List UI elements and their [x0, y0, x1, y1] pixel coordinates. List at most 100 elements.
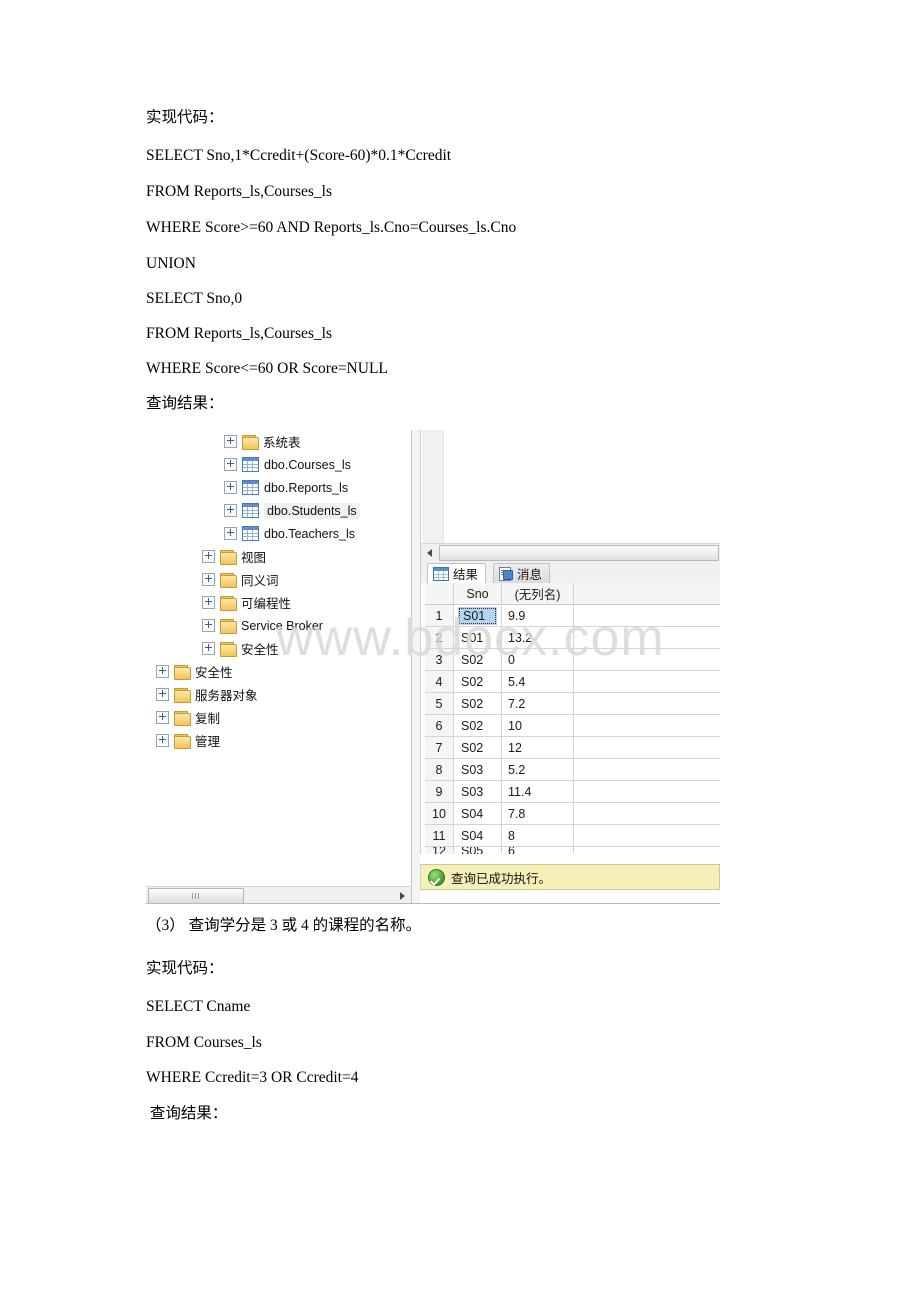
- cell-text: S05: [461, 847, 484, 854]
- tree-node[interactable]: dbo.Reports_ls: [146, 476, 411, 499]
- tab-messages[interactable]: 消息: [493, 563, 551, 583]
- grid-cell-value[interactable]: 5.4: [502, 671, 574, 693]
- tree-node[interactable]: dbo.Courses_ls: [146, 453, 411, 476]
- scroll-right-arrow-icon[interactable]: [400, 892, 405, 900]
- tree-node[interactable]: 服务器对象: [146, 683, 411, 706]
- grid-cell-sno[interactable]: S02: [454, 715, 502, 737]
- row-number-cell[interactable]: 10: [425, 803, 454, 825]
- cell-text: S01: [461, 630, 484, 645]
- tree-node[interactable]: 同义词: [146, 568, 411, 591]
- expand-plus-icon[interactable]: [156, 734, 169, 747]
- row-number-cell[interactable]: 4: [425, 671, 454, 693]
- object-explorer-pane: 系统表 dbo.Courses_ls dbo.Reports_ls dbo.Stude…: [146, 430, 411, 904]
- grid-row[interactable]: 12 S05 6: [425, 847, 720, 854]
- grid-cell-sno[interactable]: S02: [454, 671, 502, 693]
- row-number-cell[interactable]: 12: [425, 847, 454, 854]
- expand-plus-icon[interactable]: [224, 481, 237, 494]
- grid-cell-sno[interactable]: S04: [454, 825, 502, 847]
- grid-cell-sno[interactable]: S03: [454, 759, 502, 781]
- tree-node[interactable]: 可编程性: [146, 591, 411, 614]
- tree-node[interactable]: 安全性: [146, 660, 411, 683]
- grid-cell-sno[interactable]: S02: [454, 737, 502, 759]
- grid-row[interactable]: 5 S02 7.2: [425, 693, 720, 715]
- row-number-cell[interactable]: 1: [425, 605, 454, 627]
- expand-plus-icon[interactable]: [224, 435, 237, 448]
- grid-cell-value[interactable]: 11.4: [502, 781, 574, 803]
- query-editor-area[interactable]: [420, 430, 720, 543]
- grid-column-header[interactable]: (无列名): [502, 583, 574, 605]
- tree-node-label: 安全性: [241, 643, 279, 657]
- tree-node[interactable]: 管理: [146, 729, 411, 752]
- row-number-cell[interactable]: 7: [425, 737, 454, 759]
- tree-node[interactable]: 安全性: [146, 637, 411, 660]
- grid-cell-sno[interactable]: S03: [454, 781, 502, 803]
- row-number-cell[interactable]: 5: [425, 693, 454, 715]
- grid-cell-value[interactable]: 10: [502, 715, 574, 737]
- row-number-cell[interactable]: 2: [425, 627, 454, 649]
- grid-cell-value[interactable]: 6: [502, 847, 574, 854]
- grid-cell-value[interactable]: 7.2: [502, 693, 574, 715]
- grid-column-header[interactable]: Sno: [454, 583, 502, 605]
- tree-node-label: 视图: [241, 551, 267, 565]
- expand-plus-icon[interactable]: [202, 573, 215, 586]
- tree-node[interactable]: 视图: [146, 545, 411, 568]
- grid-cell-value[interactable]: 13.2: [502, 627, 574, 649]
- grid-row[interactable]: 11 S04 8: [425, 825, 720, 847]
- row-number-cell[interactable]: 3: [425, 649, 454, 671]
- grid-row[interactable]: 2 S01 13.2: [425, 627, 720, 649]
- expand-plus-icon[interactable]: [224, 458, 237, 471]
- row-number-cell[interactable]: 11: [425, 825, 454, 847]
- grid-cell-sno[interactable]: S02: [454, 649, 502, 671]
- object-explorer-horizontal-scrollbar[interactable]: [146, 886, 411, 904]
- grid-row[interactable]: 7 S02 12: [425, 737, 720, 759]
- tree-node[interactable]: 系统表: [146, 430, 411, 453]
- tree-node[interactable]: 复制: [146, 706, 411, 729]
- scrollbar-thumb[interactable]: [439, 545, 719, 561]
- expand-plus-icon[interactable]: [156, 688, 169, 701]
- editor-horizontal-scrollbar[interactable]: [420, 543, 720, 561]
- document-line: SELECT Cname: [146, 998, 251, 1015]
- row-number-cell[interactable]: 6: [425, 715, 454, 737]
- grid-cell-sno[interactable]: S05: [454, 847, 502, 854]
- expand-plus-icon[interactable]: [156, 665, 169, 678]
- tree-node[interactable]: Service Broker: [146, 614, 411, 637]
- grid-cell-value[interactable]: 5.2: [502, 759, 574, 781]
- expand-plus-icon[interactable]: [224, 504, 237, 517]
- grid-row[interactable]: 10 S04 7.8: [425, 803, 720, 825]
- expand-plus-icon[interactable]: [224, 527, 237, 540]
- grid-row[interactable]: 9 S03 11.4: [425, 781, 720, 803]
- expand-plus-icon[interactable]: [202, 596, 215, 609]
- grid-cell-sno[interactable]: S04: [454, 803, 502, 825]
- grid-cell-value[interactable]: 7.8: [502, 803, 574, 825]
- expand-plus-icon[interactable]: [202, 550, 215, 563]
- grid-cell-value[interactable]: 8: [502, 825, 574, 847]
- object-explorer-tree[interactable]: 系统表 dbo.Courses_ls dbo.Reports_ls dbo.Stude…: [146, 430, 411, 752]
- tree-node[interactable]: dbo.Students_ls: [146, 499, 411, 522]
- scroll-left-arrow-icon[interactable]: [427, 549, 432, 557]
- grid-row[interactable]: 8 S03 5.2: [425, 759, 720, 781]
- expand-plus-icon[interactable]: [156, 711, 169, 724]
- grid-row[interactable]: 6 S02 10: [425, 715, 720, 737]
- tree-node[interactable]: dbo.Teachers_ls: [146, 522, 411, 545]
- row-number-cell[interactable]: 8: [425, 759, 454, 781]
- grid-cell-sno[interactable]: S01: [454, 627, 502, 649]
- grid-cell-sno[interactable]: S01: [454, 605, 502, 627]
- selected-cell[interactable]: S01: [458, 606, 497, 625]
- grid-row[interactable]: 1 S01 9.9: [425, 605, 720, 627]
- scrollbar-thumb[interactable]: [148, 888, 244, 904]
- expand-plus-icon[interactable]: [202, 619, 215, 632]
- grid-cell-value[interactable]: 0: [502, 649, 574, 671]
- results-grid[interactable]: Sno (无列名) 1 S01 9.9 2 S01 13.2 3 S02 0 4 S02 5.4 5 S02 7…: [420, 583, 720, 854]
- tab-results[interactable]: 结果: [427, 563, 487, 583]
- expand-plus-icon[interactable]: [202, 642, 215, 655]
- row-number-cell[interactable]: 9: [425, 781, 454, 803]
- grid-row[interactable]: 3 S02 0: [425, 649, 720, 671]
- grid-cell-sno[interactable]: S02: [454, 693, 502, 715]
- cell-text: S04: [461, 806, 484, 821]
- cell-text: S02: [461, 718, 484, 733]
- tree-node-label: 系统表: [263, 436, 301, 450]
- grid-row[interactable]: 4 S02 5.4: [425, 671, 720, 693]
- tree-node-label: dbo.Courses_ls: [264, 457, 351, 472]
- grid-cell-value[interactable]: 12: [502, 737, 574, 759]
- grid-cell-value[interactable]: 9.9: [502, 605, 574, 627]
